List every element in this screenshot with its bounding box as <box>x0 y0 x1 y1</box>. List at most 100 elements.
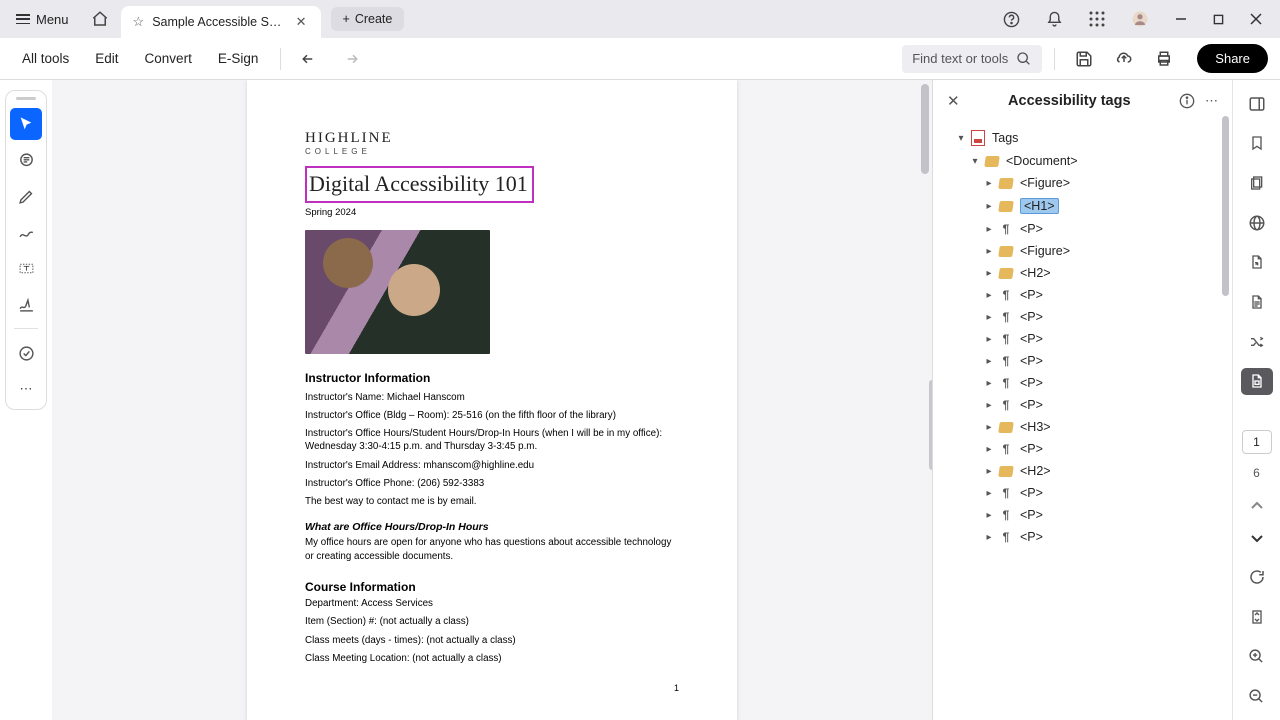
zoom-in-button[interactable] <box>1241 643 1273 671</box>
panel-scrollbar[interactable] <box>1222 116 1229 296</box>
save-button[interactable] <box>1067 44 1101 74</box>
document-tab[interactable]: ☆ Sample Accessible Sylla... ✕ <box>121 6 321 38</box>
tree-node[interactable]: ▸¶<P> <box>941 504 1224 526</box>
accessibility-panel: ✕ Accessibility tags ⋯ ▾ Tags ▾ <Documen… <box>932 80 1232 720</box>
zoom-out-icon <box>1248 688 1265 705</box>
caret-right-icon[interactable]: ▸ <box>983 312 995 323</box>
apps-button[interactable] <box>1077 3 1117 35</box>
caret-right-icon[interactable]: ▸ <box>983 378 995 389</box>
more-tools[interactable]: ⋯ <box>10 373 42 405</box>
tree-node[interactable]: ▸¶<P> <box>941 394 1224 416</box>
home-button[interactable] <box>83 4 117 34</box>
caret-right-icon[interactable]: ▸ <box>983 290 995 301</box>
rotate-button[interactable] <box>1241 563 1273 591</box>
info-button[interactable] <box>1179 93 1195 109</box>
upload-button[interactable] <box>1107 44 1141 74</box>
rail-text[interactable] <box>1241 288 1273 316</box>
caret-down-icon[interactable]: ▾ <box>969 156 981 167</box>
redo-button[interactable] <box>333 46 367 72</box>
esign-menu[interactable]: E-Sign <box>208 45 269 72</box>
caret-right-icon[interactable]: ▸ <box>983 356 995 367</box>
caret-right-icon[interactable]: ▸ <box>983 178 995 189</box>
rail-bookmark[interactable] <box>1241 130 1273 158</box>
panel-more-button[interactable]: ⋯ <box>1205 93 1218 109</box>
tree-node[interactable]: ▸¶<P> <box>941 482 1224 504</box>
select-tool[interactable] <box>10 108 42 140</box>
tree-document-node[interactable]: ▾ <Document> <box>941 150 1224 172</box>
tree-node[interactable]: ▸¶<P> <box>941 526 1224 548</box>
caret-right-icon[interactable]: ▸ <box>983 532 995 543</box>
close-panel-button[interactable]: ✕ <box>947 92 960 110</box>
highlight-tool[interactable] <box>10 180 42 212</box>
close-window-button[interactable] <box>1238 5 1274 33</box>
text-tool[interactable] <box>10 252 42 284</box>
caret-right-icon[interactable]: ▸ <box>983 201 995 212</box>
rail-panel-toggle[interactable] <box>1241 90 1273 118</box>
minimize-button[interactable] <box>1163 5 1199 33</box>
caret-right-icon[interactable]: ▸ <box>983 422 995 433</box>
print-button[interactable] <box>1147 44 1181 74</box>
caret-right-icon[interactable]: ▸ <box>983 510 995 521</box>
tree-node[interactable]: ▸<H2> <box>941 460 1224 482</box>
caret-right-icon[interactable]: ▸ <box>983 400 995 411</box>
scroll-up-button[interactable] <box>1241 492 1273 520</box>
caret-right-icon[interactable]: ▸ <box>983 444 995 455</box>
tree-node[interactable]: ▸¶<P> <box>941 284 1224 306</box>
notifications-button[interactable] <box>1034 3 1075 36</box>
tree-node[interactable]: ▸<Figure> <box>941 172 1224 194</box>
rail-export[interactable] <box>1241 249 1273 277</box>
tree-node[interactable]: ▸¶<P> <box>941 372 1224 394</box>
sign-tool[interactable] <box>10 288 42 320</box>
current-page-indicator[interactable]: 1 <box>1242 430 1272 454</box>
rail-world[interactable] <box>1241 209 1273 237</box>
tree-node[interactable]: ▸¶<P> <box>941 328 1224 350</box>
tree-node[interactable]: ▸¶<P> <box>941 350 1224 372</box>
zoom-out-button[interactable] <box>1241 682 1273 710</box>
tree-node[interactable]: ▸¶<P> <box>941 438 1224 460</box>
tree-node[interactable]: ▸<H2> <box>941 262 1224 284</box>
caret-right-icon[interactable]: ▸ <box>983 488 995 499</box>
caret-right-icon[interactable]: ▸ <box>983 334 995 345</box>
profile-button[interactable] <box>1119 2 1161 36</box>
help-button[interactable] <box>991 3 1032 36</box>
fit-page-button[interactable] <box>1241 603 1273 631</box>
sidebar-icon <box>1248 95 1266 113</box>
home-icon <box>91 10 109 28</box>
draw-tool[interactable] <box>10 216 42 248</box>
tree-node[interactable]: ▸¶<P> <box>941 306 1224 328</box>
grip-handle[interactable] <box>16 97 36 100</box>
tree-node[interactable]: ▸¶<P> <box>941 218 1224 240</box>
maximize-button[interactable] <box>1201 6 1236 33</box>
tree-node[interactable]: ▸<H1> <box>941 194 1224 218</box>
scroll-down-button[interactable] <box>1241 524 1273 552</box>
all-tools-menu[interactable]: All tools <box>12 45 79 72</box>
caret-right-icon[interactable]: ▸ <box>983 268 995 279</box>
find-box[interactable]: Find text or tools <box>902 45 1042 73</box>
search-icon <box>1016 51 1032 67</box>
edit-menu[interactable]: Edit <box>85 45 128 72</box>
tags-tree[interactable]: ▾ Tags ▾ <Document> ▸<Figure>▸<H1>▸¶<P>▸… <box>933 122 1232 720</box>
rail-shuffle[interactable] <box>1241 328 1273 356</box>
tab-close-button[interactable]: ✕ <box>292 12 311 32</box>
hamburger-icon <box>16 14 30 24</box>
share-button[interactable]: Share <box>1197 44 1268 73</box>
tree-root[interactable]: ▾ Tags <box>941 126 1224 150</box>
caret-right-icon[interactable]: ▸ <box>983 246 995 257</box>
tree-node[interactable]: ▸<Figure> <box>941 240 1224 262</box>
doc-p: The best way to contact me is by email. <box>305 495 679 508</box>
caret-right-icon[interactable]: ▸ <box>983 466 995 477</box>
rail-copy[interactable] <box>1241 169 1273 197</box>
rail-accessibility-tags[interactable] <box>1241 368 1273 396</box>
tree-node[interactable]: ▸<H3> <box>941 416 1224 438</box>
undo-button[interactable] <box>293 46 327 72</box>
stamp-tool[interactable] <box>10 337 42 369</box>
comment-tool[interactable] <box>10 144 42 176</box>
document-area[interactable]: HIGHLINE COLLEGE Digital Accessibility 1… <box>52 80 932 720</box>
caret-right-icon[interactable]: ▸ <box>983 224 995 235</box>
menu-button[interactable]: Menu <box>6 7 79 32</box>
star-icon[interactable]: ☆ <box>133 14 145 30</box>
convert-menu[interactable]: Convert <box>135 45 202 72</box>
create-button[interactable]: + Create <box>331 7 405 31</box>
caret-down-icon[interactable]: ▾ <box>955 133 967 144</box>
doc-h1-selected[interactable]: Digital Accessibility 101 <box>305 166 534 203</box>
